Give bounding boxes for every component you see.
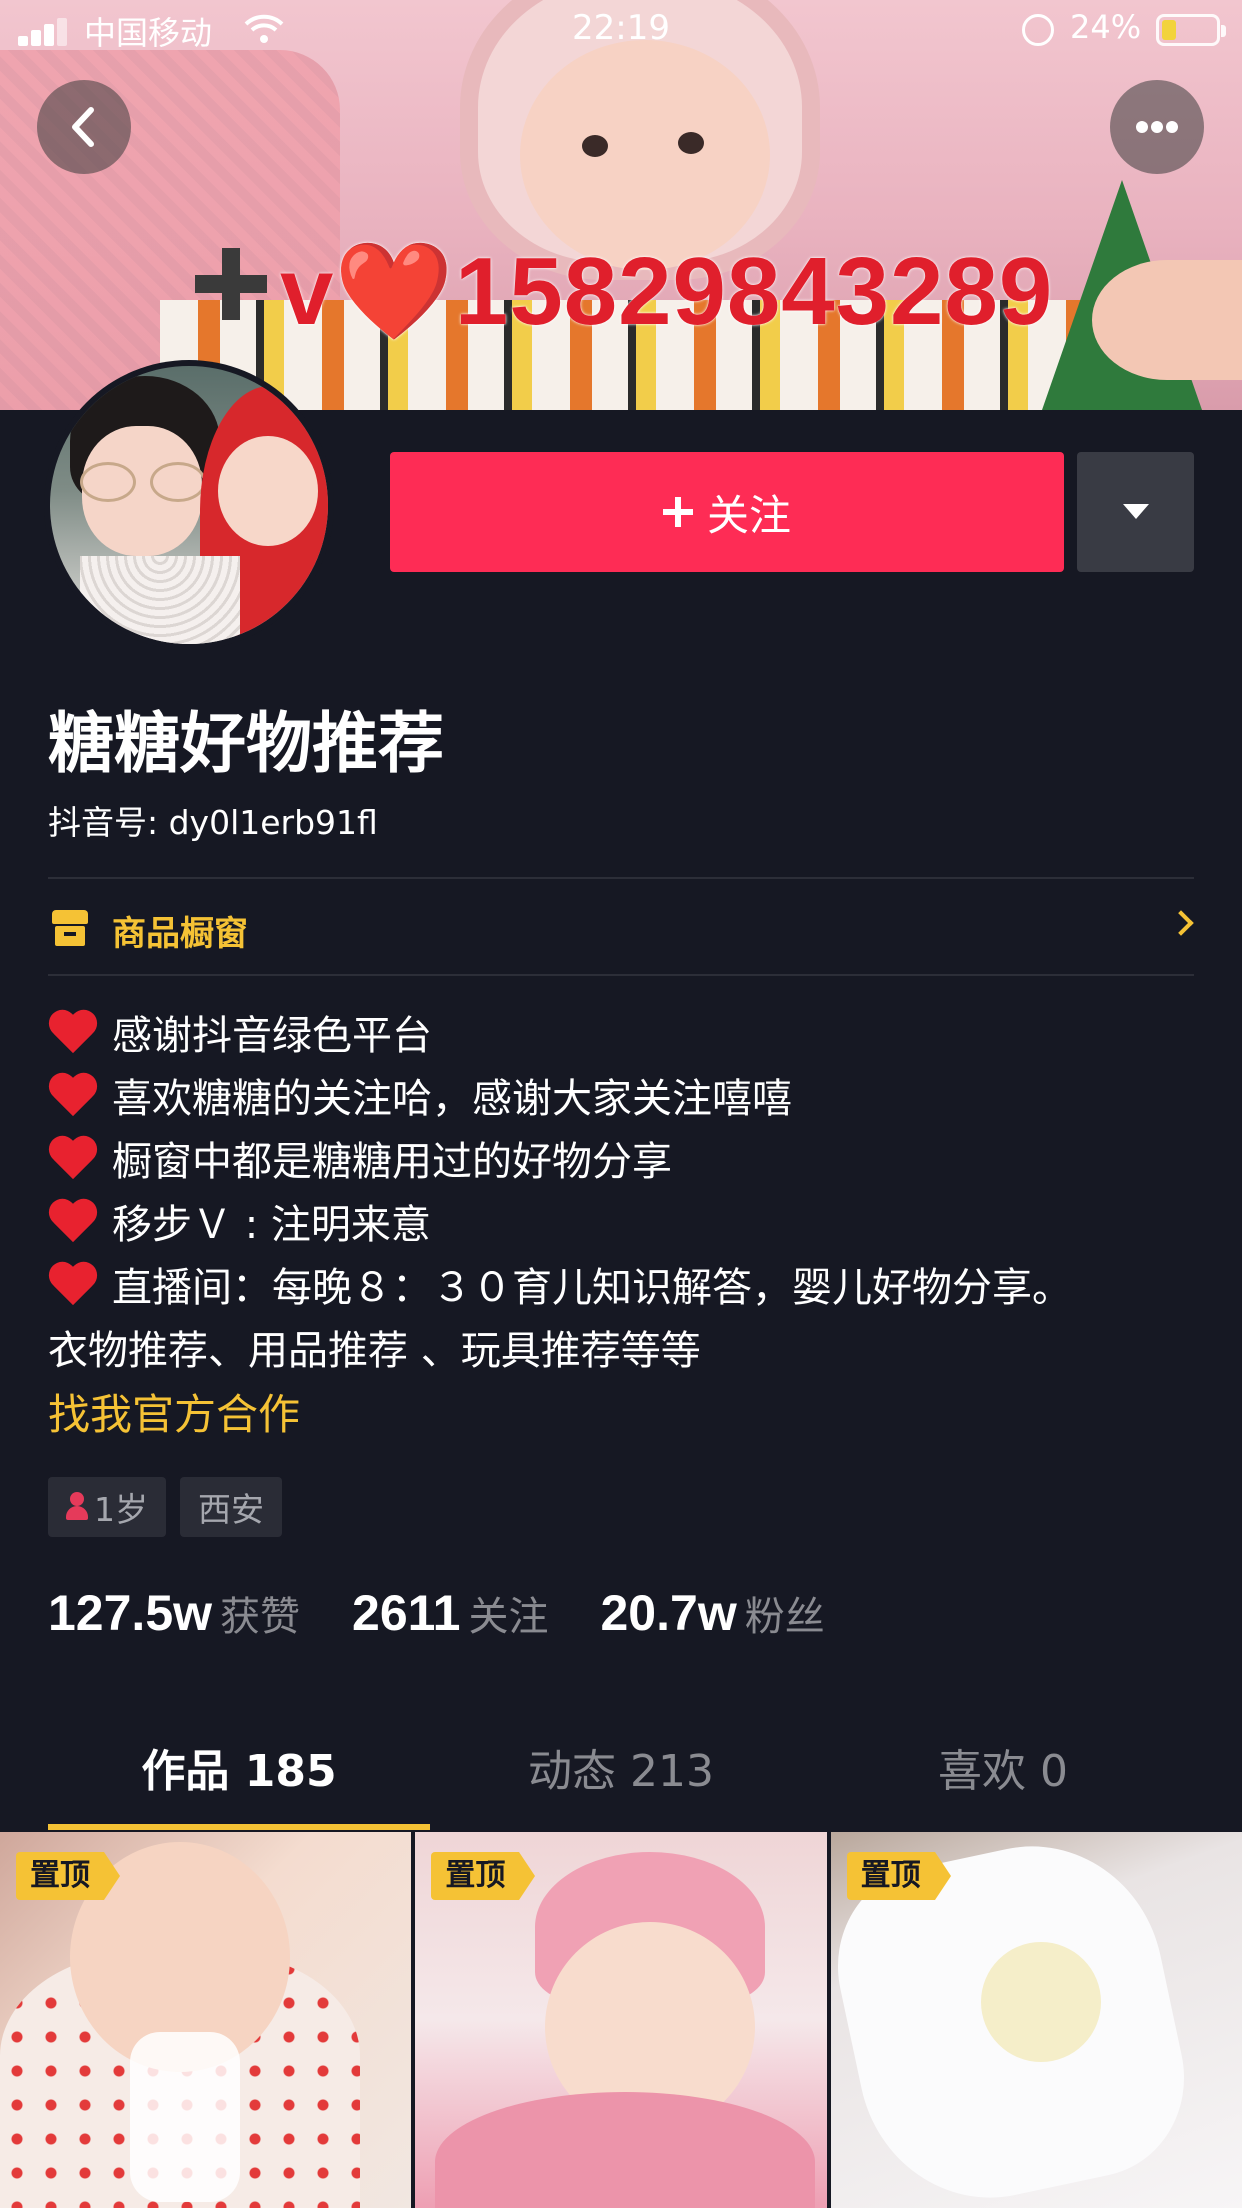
heart-icon <box>48 1198 102 1246</box>
age-tag: 1岁 <box>48 1477 166 1537</box>
tab-works[interactable]: 作品 185 <box>48 1730 430 1830</box>
heart-icon <box>48 1261 102 1309</box>
tab-moments[interactable]: 动态 213 <box>430 1730 812 1830</box>
bio-line: 直播间：每晚８：３０育儿知识解答，婴儿好物分享。 <box>48 1257 1198 1320</box>
heart-icon <box>48 1009 102 1057</box>
back-icon <box>72 107 94 147</box>
follow-button[interactable]: 关注 <box>390 452 1064 572</box>
heart-icon <box>48 1072 102 1120</box>
recommend-dropdown-button[interactable] <box>1077 452 1194 572</box>
official-cooperation-link[interactable]: 找我官方合作 <box>48 1383 1198 1446</box>
shop-window-row[interactable]: 商品橱窗 <box>48 880 1194 976</box>
bio-line: 衣物推荐、用品推荐 、玩具推荐等等 <box>48 1328 701 1374</box>
pinned-badge: 置顶 <box>431 1852 536 1900</box>
bio-line: 移步Ｖ : 注明来意 <box>48 1194 1198 1257</box>
back-button[interactable] <box>37 80 131 174</box>
plus-icon <box>662 497 693 527</box>
nickname: 糖糖好物推荐 <box>48 705 444 782</box>
profile-tags: 1岁 西安 <box>48 1477 282 1537</box>
bio-line: 橱窗中都是糖糖用过的好物分享 <box>48 1131 1198 1194</box>
pinned-badge: 置顶 <box>16 1852 120 1900</box>
video-thumbnail[interactable]: 置顶 <box>415 1832 827 2208</box>
bio-line: 喜欢糖糖的关注哈，感谢大家关注嘻嘻 <box>48 1068 1198 1131</box>
cover-image: v❤️15829843289 <box>0 0 1242 410</box>
status-time: 22:19 <box>572 8 670 48</box>
likes-stat: 127.5w 获赞 <box>48 1585 301 1641</box>
shop-icon <box>52 910 88 946</box>
heart-icon <box>48 1135 102 1183</box>
bio: 感谢抖音绿色平台 喜欢糖糖的关注哈，感谢大家关注嘻嘻 橱窗中都是糖糖用过的好物分… <box>48 1005 1198 1446</box>
following-stat[interactable]: 2611 关注 <box>352 1584 548 1642</box>
chevron-right-icon <box>1168 910 1194 936</box>
cover-plus-icon <box>195 248 267 320</box>
followers-stat[interactable]: 20.7w 粉丝 <box>601 1584 825 1642</box>
more-button[interactable] <box>1110 80 1204 174</box>
profile-stats: 127.5w 获赞 2611 关注 20.7w 粉丝 <box>48 1584 877 1642</box>
shop-window-label: 商品橱窗 <box>112 914 248 954</box>
avatar[interactable] <box>44 360 334 650</box>
bio-line: 感谢抖音绿色平台 <box>48 1005 1198 1068</box>
rotation-lock-icon <box>1022 14 1054 46</box>
battery-percentage: 24% <box>1070 8 1142 46</box>
more-icon <box>1136 121 1178 133</box>
dropdown-arrow-icon <box>1123 504 1149 519</box>
divider <box>48 974 1194 976</box>
follow-button-label: 关注 <box>706 490 791 540</box>
tab-likes[interactable]: 喜欢 0 <box>812 1730 1194 1830</box>
douyin-id: 抖音号: dy0l1erb91fl <box>48 803 378 842</box>
status-bar: 中国移动 22:19 24% <box>0 0 1242 60</box>
tab-indicator <box>48 1824 430 1830</box>
female-icon <box>66 1492 88 1522</box>
video-thumbnail[interactable]: 置顶 <box>830 1832 1242 2208</box>
cover-overlay-text: v❤️15829843289 <box>280 238 1054 345</box>
pinned-badge: 置顶 <box>846 1852 951 1900</box>
video-thumbnail[interactable]: 置顶 <box>0 1832 412 2208</box>
divider <box>48 877 1194 879</box>
video-grid: 置顶 置顶 置顶 <box>0 1832 1242 2208</box>
battery-icon <box>1156 14 1226 46</box>
content-tabs: 作品 185 动态 213 喜欢 0 <box>48 1730 1194 1830</box>
location-tag: 西安 <box>180 1477 282 1537</box>
